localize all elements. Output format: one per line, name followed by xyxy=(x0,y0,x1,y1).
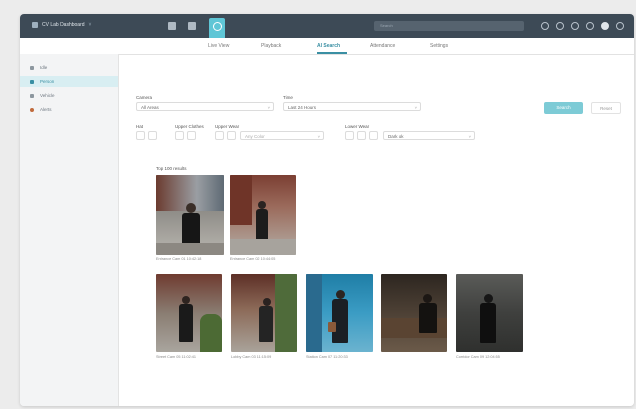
refresh-icon[interactable] xyxy=(571,22,579,30)
more-icon[interactable] xyxy=(616,22,624,30)
chevron-down-icon: ˅ xyxy=(468,134,471,139)
person-icon xyxy=(30,79,34,84)
active-tab-indicator xyxy=(317,52,347,54)
upper-wear-label: Upper Wear xyxy=(215,124,240,129)
chevron-down-icon: ˅ xyxy=(414,105,417,110)
video-icon[interactable] xyxy=(188,22,196,30)
tab-attendance[interactable]: Attendance xyxy=(370,43,395,49)
avatar[interactable] xyxy=(601,22,609,30)
sidebar-item-alerts[interactable]: Alerts xyxy=(20,104,118,115)
lower-color-select[interactable]: Dark ok ˅ xyxy=(383,131,475,140)
camera-label: Camera xyxy=(136,95,153,100)
app-title-text: CV Lab Dashboard xyxy=(42,22,85,28)
sidebar-item-vehicle[interactable]: Vehicle xyxy=(20,90,118,101)
result-thumbnail[interactable] xyxy=(156,175,224,255)
upper-color-placeholder: Any Color xyxy=(245,134,265,139)
lower-option-3[interactable] xyxy=(369,131,378,140)
search-button[interactable]: Search xyxy=(544,102,583,114)
camera-select-value: All Areas xyxy=(141,105,159,110)
upper-color-option-2[interactable] xyxy=(227,131,236,140)
result-caption: Corridor Cam 09 12:04:55 xyxy=(456,355,500,359)
result-caption: Entrance Cam 02 10:44:05 xyxy=(230,257,276,261)
sidebar-item-label: Idle xyxy=(40,65,48,70)
hat-option-2[interactable] xyxy=(148,131,157,140)
chevron-down-icon: ˅ xyxy=(88,22,92,28)
result-thumbnail[interactable] xyxy=(306,274,373,352)
tab-playback[interactable]: Playback xyxy=(261,43,281,49)
tab-bar: Live View Playback AI Search Attendance … xyxy=(20,38,634,55)
sidebar-item-person[interactable]: Person xyxy=(20,76,118,87)
result-caption: Lobby Cam 03 11:15:09 xyxy=(231,355,272,359)
upper-color-option-1[interactable] xyxy=(215,131,224,140)
time-select[interactable]: Last 24 Hours ˅ xyxy=(283,102,421,111)
upper-clothes-label: Upper Clothes xyxy=(175,124,204,129)
chevron-down-icon: ˅ xyxy=(267,105,270,110)
top-bar: CV Lab Dashboard ˅ Search xyxy=(20,14,634,38)
lower-option-2[interactable] xyxy=(357,131,366,140)
upper-option-2[interactable] xyxy=(187,131,196,140)
result-thumbnail[interactable] xyxy=(231,274,297,352)
sidebar: Idle Person Vehicle Alerts xyxy=(20,54,119,406)
notification-icon[interactable] xyxy=(586,22,594,30)
app-window: CV Lab Dashboard ˅ Search Live View Play… xyxy=(20,14,634,406)
tab-settings[interactable]: Settings xyxy=(430,43,448,49)
result-caption: Street Cam 05 11:02:41 xyxy=(156,355,197,359)
topbar-actions xyxy=(541,22,624,30)
time-select-value: Last 24 Hours xyxy=(288,105,317,110)
search-input[interactable]: Search xyxy=(374,21,524,31)
chevron-down-icon: ˅ xyxy=(317,134,320,139)
result-thumbnail[interactable] xyxy=(230,175,296,255)
grid-icon[interactable] xyxy=(168,22,176,30)
camera-icon xyxy=(30,65,34,70)
camera-select[interactable]: All Areas ˅ xyxy=(136,102,274,111)
settings-icon[interactable] xyxy=(541,22,549,30)
sidebar-item-label: Person xyxy=(40,79,55,84)
add-icon[interactable] xyxy=(556,22,564,30)
lower-option-1[interactable] xyxy=(345,131,354,140)
result-thumbnail[interactable] xyxy=(456,274,523,352)
reset-button[interactable]: Reset xyxy=(591,102,621,114)
upper-option-1[interactable] xyxy=(175,131,184,140)
lower-wear-label: Lower Wear xyxy=(345,124,370,129)
hat-label: Hat xyxy=(136,124,144,129)
result-caption: Entrance Cam 01 10:42:18 xyxy=(156,257,202,261)
result-thumbnail[interactable] xyxy=(381,274,447,352)
car-icon xyxy=(30,93,34,98)
lower-color-value: Dark ok xyxy=(388,134,404,139)
alert-icon xyxy=(30,107,34,112)
ai-search-toolbar-button[interactable] xyxy=(209,18,225,38)
tab-live-view[interactable]: Live View xyxy=(208,43,229,49)
sidebar-item-label: Vehicle xyxy=(40,93,55,98)
time-label: Time xyxy=(283,95,293,100)
upper-color-input[interactable]: Any Color ˅ xyxy=(240,131,324,140)
result-caption: Station Cam 07 11:20:33 xyxy=(306,355,348,359)
sidebar-item-idle[interactable]: Idle xyxy=(20,62,118,73)
hat-option-1[interactable] xyxy=(136,131,145,140)
sidebar-item-label: Alerts xyxy=(40,107,52,112)
main-panel: Camera All Areas ˅ Time Last 24 Hours ˅ Se… xyxy=(119,55,634,406)
result-thumbnail[interactable] xyxy=(156,274,222,352)
app-title[interactable]: CV Lab Dashboard ˅ xyxy=(32,22,91,28)
app-logo-icon xyxy=(32,22,38,28)
search-icon xyxy=(212,22,222,31)
tab-ai-search[interactable]: AI Search xyxy=(317,43,340,49)
results-title: Top 100 results xyxy=(156,166,187,171)
